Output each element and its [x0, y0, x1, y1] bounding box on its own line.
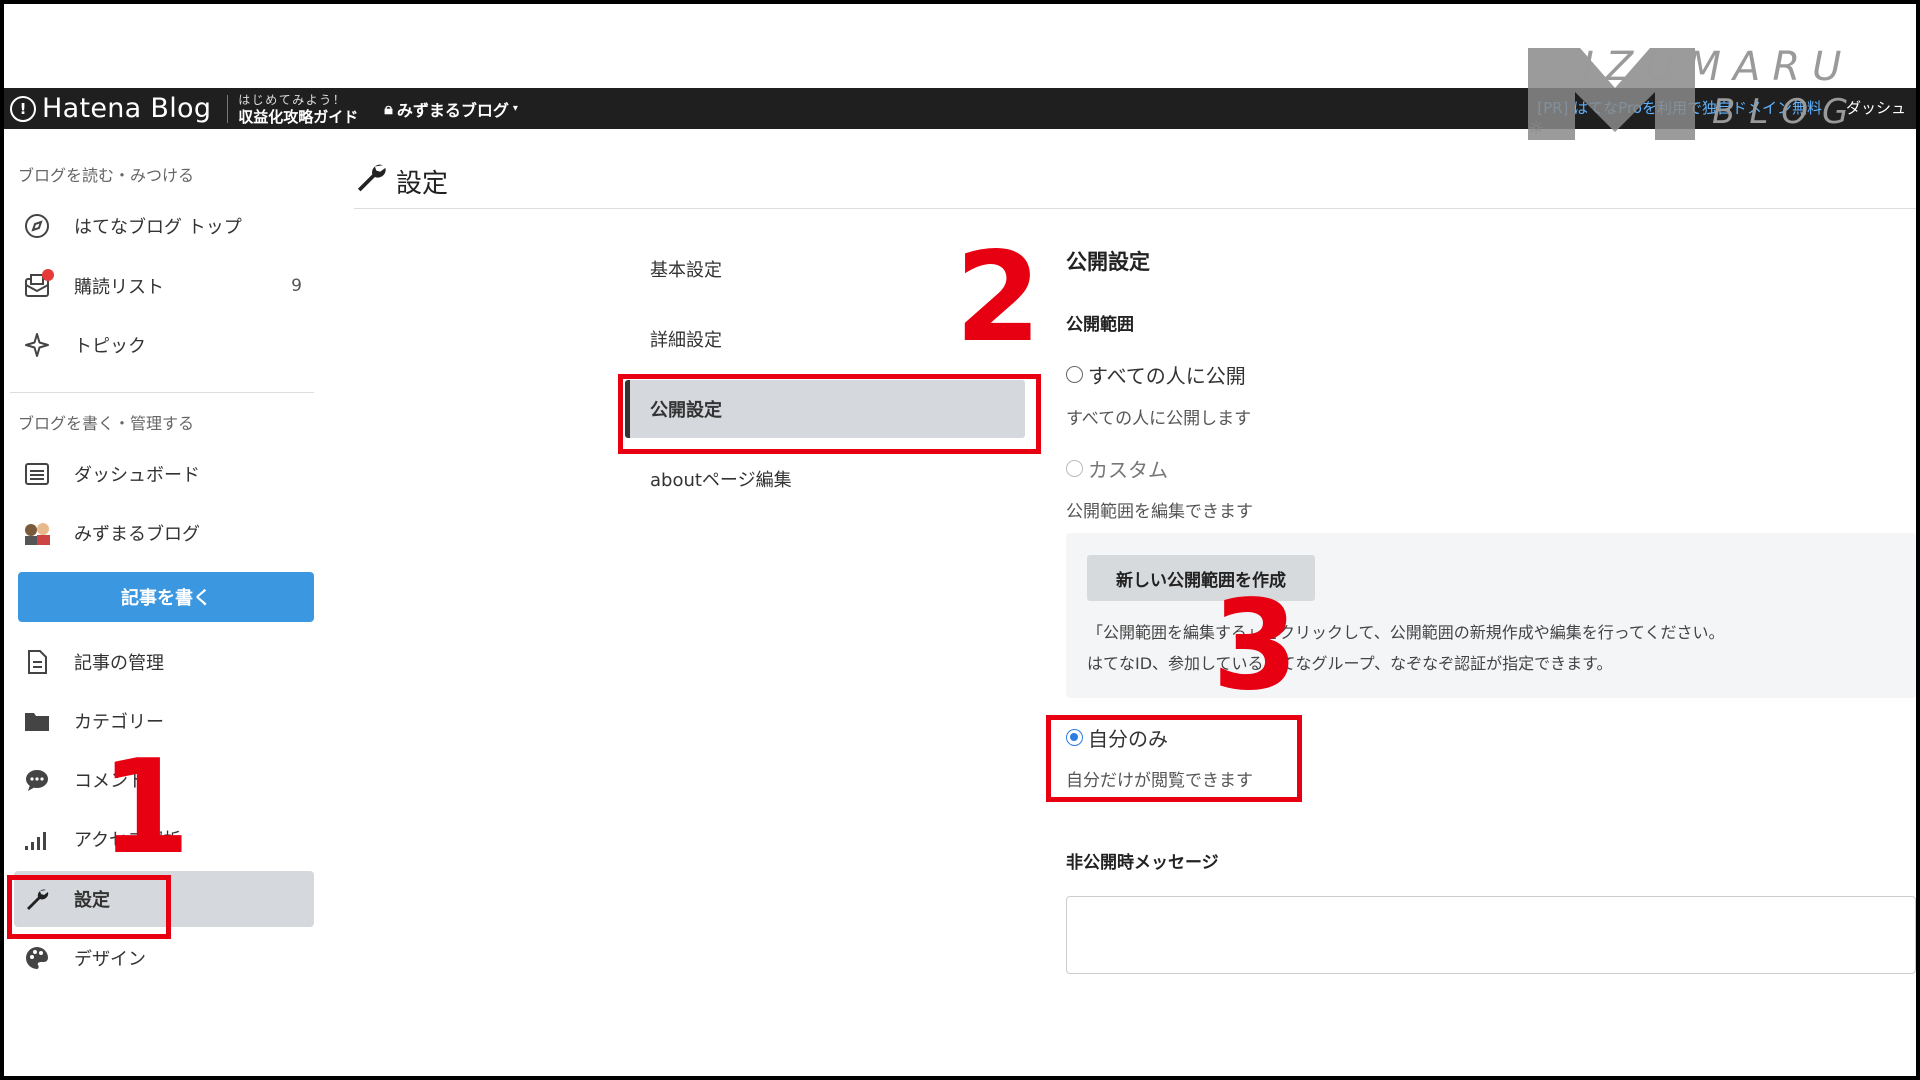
- page-title: 設定: [396, 168, 449, 199]
- wrench-icon: [22, 884, 52, 914]
- blog-switcher[interactable]: 🔒︎ みずまるブログ ▾: [384, 97, 518, 121]
- sparkle-icon: [22, 330, 52, 360]
- sidebar-section-read: ブログを読む・みつける: [18, 166, 195, 185]
- annotation-number-3: 3: [1212, 574, 1299, 718]
- sidebar-item-label: ダッシュボード: [74, 465, 200, 486]
- watermark-sun-icon: ☼: [1528, 118, 1545, 139]
- sidebar-item-label: はてなブログ トップ: [74, 217, 242, 238]
- sidebar-item-label: 記事の管理: [74, 653, 164, 674]
- notification-dot: [42, 269, 54, 281]
- brand-name: Hatena Blog: [42, 93, 212, 124]
- radio-label: すべての人に公開: [1088, 364, 1246, 388]
- sidebar-item-label: デザイン: [74, 949, 146, 970]
- sidebar-item-label: 設定: [74, 890, 110, 911]
- radio-label: カスタム: [1088, 458, 1168, 482]
- sidebar-item-label: 購読リスト: [74, 277, 164, 298]
- radio-custom-desc: 公開範囲を編集できます: [1066, 502, 1253, 522]
- hatena-logo-icon: !: [10, 95, 36, 122]
- write-article-button[interactable]: 記事を書く: [18, 572, 314, 622]
- document-icon: [22, 647, 52, 677]
- radio-custom[interactable]: カスタム: [1066, 454, 1168, 483]
- palette-icon: [22, 943, 52, 973]
- caret-down-icon: ▾: [512, 103, 518, 114]
- header-divider: [227, 94, 229, 123]
- radio-button-selected[interactable]: [1066, 729, 1083, 746]
- custom-scope-help1: 「公開範囲を編集する」をクリックして、公開範囲の新規作成や編集を行ってください。: [1087, 623, 1725, 642]
- radio-only-me[interactable]: 自分のみ: [1066, 723, 1168, 752]
- radio-public-all-desc: すべての人に公開します: [1066, 409, 1252, 429]
- custom-scope-box: 新しい公開範囲を作成 「公開範囲を編集する」をクリックして、公開範囲の新規作成や…: [1066, 533, 1916, 698]
- panel-heading: 公開設定: [1066, 250, 1150, 274]
- annotation-number-2: 2: [955, 226, 1042, 370]
- sidebar-item-design[interactable]: デザイン: [14, 930, 314, 986]
- private-message-label: 非公開時メッセージ: [1066, 853, 1219, 873]
- guide-line1: はじめてみよう！: [238, 92, 347, 107]
- compass-icon: [22, 211, 52, 241]
- sidebar-item-subscriptions[interactable]: 購読リスト 9: [14, 258, 314, 314]
- guide-line2: 収益化攻略ガイド: [238, 107, 359, 126]
- monetization-guide-link[interactable]: はじめてみよう！ 収益化攻略ガイド: [238, 92, 358, 126]
- wrench-icon: [354, 160, 388, 202]
- private-message-textarea[interactable]: [1066, 896, 1916, 974]
- scope-label: 公開範囲: [1066, 315, 1134, 335]
- custom-scope-help2: はてなID、参加しているはてなグループ、なぞなぞ認証が指定できます。: [1087, 654, 1613, 673]
- radio-public-all[interactable]: すべての人に公開: [1066, 360, 1246, 389]
- sidebar-item-topics[interactable]: トピック: [14, 317, 314, 373]
- sidebar-item-dashboard[interactable]: ダッシュボード: [14, 446, 314, 502]
- hatena-blog-logo[interactable]: ! Hatena Blog: [10, 93, 211, 124]
- header-divider-line: [354, 208, 1916, 209]
- radio-label: 自分のみ: [1088, 727, 1168, 751]
- sidebar-item-label: みずまるブログ: [74, 524, 200, 545]
- bar-chart-icon: [22, 824, 52, 854]
- sidebar-item-label: トピック: [74, 336, 146, 357]
- blog-switcher-label: みずまるブログ: [396, 100, 509, 120]
- folder-icon: [22, 706, 52, 736]
- sidebar: ブログを読む・みつける はてなブログ トップ 購読リスト 9 トピック ブログを…: [4, 130, 314, 1070]
- page-header: 設定: [354, 160, 448, 202]
- watermark-text-line1: IZUMARU: [1582, 44, 1854, 90]
- sidebar-item-blog[interactable]: みずまるブログ: [14, 505, 314, 561]
- radio-button[interactable]: [1066, 460, 1083, 477]
- annotation-number-1: 1: [100, 731, 191, 883]
- sidebar-section-write: ブログを書く・管理する: [18, 414, 195, 433]
- watermark-text-line2: BLOG: [1712, 92, 1863, 132]
- subnav-about-page-edit[interactable]: aboutページ編集: [625, 450, 1025, 508]
- blog-avatar-icon: [22, 518, 52, 548]
- mail-icon: [22, 269, 54, 301]
- subscriptions-count: 9: [291, 276, 302, 296]
- lock-icon: 🔒︎: [384, 98, 393, 118]
- sidebar-item-top[interactable]: はてなブログ トップ: [14, 198, 314, 254]
- dashboard-icon: [22, 459, 52, 489]
- sidebar-item-articles[interactable]: 記事の管理: [14, 634, 314, 690]
- comment-icon: [22, 765, 52, 795]
- sidebar-separator: [10, 392, 314, 393]
- global-header: ! Hatena Blog はじめてみよう！ 収益化攻略ガイド 🔒︎ みずまるブ…: [4, 88, 1916, 129]
- radio-button[interactable]: [1066, 366, 1083, 383]
- subnav-publish-settings[interactable]: 公開設定: [625, 380, 1025, 438]
- radio-only-me-desc: 自分だけが閲覧できます: [1066, 771, 1253, 791]
